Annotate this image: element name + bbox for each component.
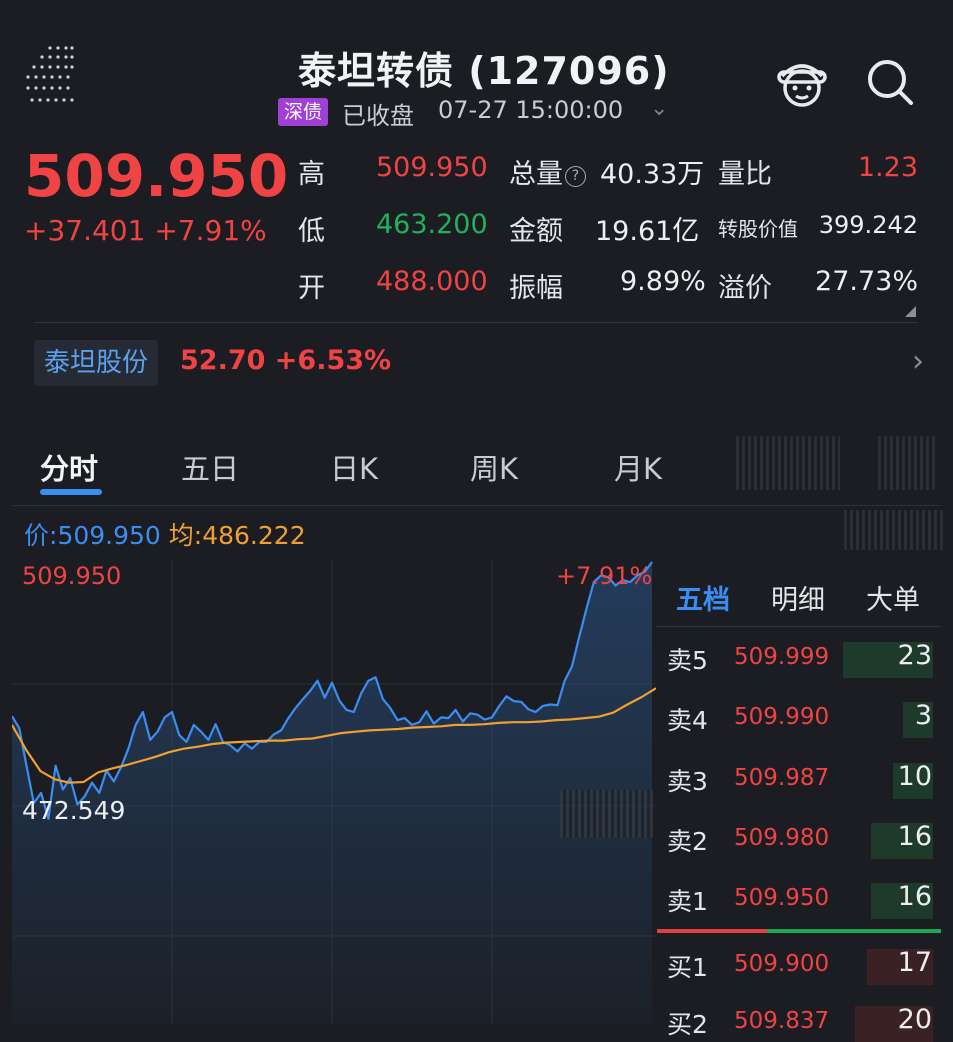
order-level-volume: 17 — [897, 947, 932, 978]
volume-label-text: 总量 — [509, 159, 563, 190]
amplitude-value: 9.89% — [620, 266, 706, 297]
order-level-label: 卖5 — [667, 646, 708, 675]
divider — [12, 505, 941, 506]
open-value: 488.000 — [376, 266, 488, 297]
quote-time: 07-27 15:00:00 — [438, 96, 624, 124]
avg-label: 均: — [168, 521, 203, 550]
order-level-volume: 20 — [897, 1004, 932, 1035]
low-label: 低 — [298, 216, 325, 247]
volume-value: 40.33万 — [600, 159, 705, 190]
tab-five-day[interactable]: 五日 — [181, 446, 239, 488]
divider — [656, 626, 941, 627]
vol-ratio-value: 1.23 — [857, 152, 918, 183]
market-status: 已收盘 — [342, 102, 414, 130]
tab-weekly-k[interactable]: 周K — [470, 446, 518, 488]
tab-big-orders[interactable]: 大单 — [866, 578, 920, 617]
low-value: 463.200 — [376, 209, 488, 240]
order-level-volume: 10 — [897, 761, 932, 792]
order-level-volume: 16 — [897, 881, 932, 912]
chevron-right-icon[interactable]: › — [912, 344, 924, 379]
tab-intraday[interactable]: 分时 — [40, 446, 98, 488]
order-level-label: 卖1 — [667, 887, 708, 916]
active-tab-indicator — [40, 489, 102, 495]
sell-buy-split-red — [657, 929, 767, 933]
page-title: 泰坦转债 (127096) — [298, 49, 670, 93]
sell-buy-split-green — [767, 929, 941, 933]
amount-value: 19.61亿 — [595, 216, 700, 247]
order-level-price: 509.950 — [734, 885, 830, 911]
order-level-label: 卖4 — [667, 706, 708, 735]
vol-ratio-label: 量比 — [718, 159, 772, 190]
order-level-label: 买1 — [667, 953, 708, 982]
amplitude-label: 振幅 — [509, 273, 563, 304]
tab-five-levels[interactable]: 五档 — [676, 578, 730, 617]
tab-daily-k[interactable]: 日K — [330, 446, 378, 488]
order-level-label: 卖2 — [667, 827, 708, 856]
expand-corner-icon[interactable] — [905, 306, 916, 317]
price-label: 价: — [24, 521, 58, 550]
order-level-price: 509.987 — [734, 765, 830, 791]
tab-monthly-k[interactable]: 月K — [614, 446, 662, 488]
high-value: 509.950 — [376, 152, 488, 183]
chevron-down-icon[interactable]: ⌄ — [650, 96, 668, 121]
open-label: 开 — [298, 273, 325, 304]
order-level-price: 509.980 — [734, 825, 830, 851]
avg-value: 486.222 — [202, 521, 306, 550]
help-icon[interactable]: ? — [565, 166, 586, 187]
chart-legend: 价:509.950 均:486.222 — [24, 516, 306, 552]
blurred-overlay — [560, 790, 656, 838]
divider — [34, 322, 918, 323]
premium-label: 溢价 — [718, 273, 772, 304]
chart-y-bottom-label: 472.549 — [22, 796, 126, 825]
conv-value: 399.242 — [818, 211, 918, 239]
order-level-label: 卖3 — [667, 767, 708, 796]
blurred-toolbar — [844, 510, 946, 550]
high-label: 高 — [298, 159, 325, 190]
underlying-stock-name[interactable]: 泰坦股份 — [34, 340, 159, 386]
price-change: +37.401 +7.91% — [24, 214, 267, 247]
chart-pct-label: +7.91% — [556, 562, 653, 590]
amount-label: 金额 — [509, 216, 563, 247]
underlying-stock-price: 52.70 +6.53% — [180, 345, 392, 376]
order-level-price: 509.999 — [734, 644, 830, 670]
chart-y-top-label: 509.950 — [22, 562, 122, 590]
order-level-volume: 3 — [914, 700, 932, 731]
market-tag: 深债 — [278, 98, 329, 126]
conv-value-label: 转股价值 — [718, 217, 798, 241]
robot-assistant-icon[interactable] — [776, 58, 828, 108]
search-icon[interactable] — [866, 58, 914, 106]
last-price: 509.950 — [24, 142, 289, 210]
menu-dots-icon[interactable] — [22, 44, 78, 106]
price-value: 509.950 — [57, 521, 161, 550]
order-level-price: 509.900 — [734, 951, 830, 977]
tab-details[interactable]: 明细 — [771, 578, 825, 617]
blurred-tab-area — [736, 436, 840, 490]
premium-value: 27.73% — [815, 266, 918, 297]
blurred-settings-icon[interactable] — [878, 436, 936, 490]
order-level-label: 买2 — [667, 1010, 708, 1039]
order-level-price: 509.990 — [734, 704, 830, 730]
order-level-price: 509.837 — [734, 1008, 830, 1034]
order-level-volume: 23 — [897, 640, 932, 671]
volume-label: 总量? — [509, 152, 586, 191]
order-level-volume: 16 — [897, 821, 932, 852]
